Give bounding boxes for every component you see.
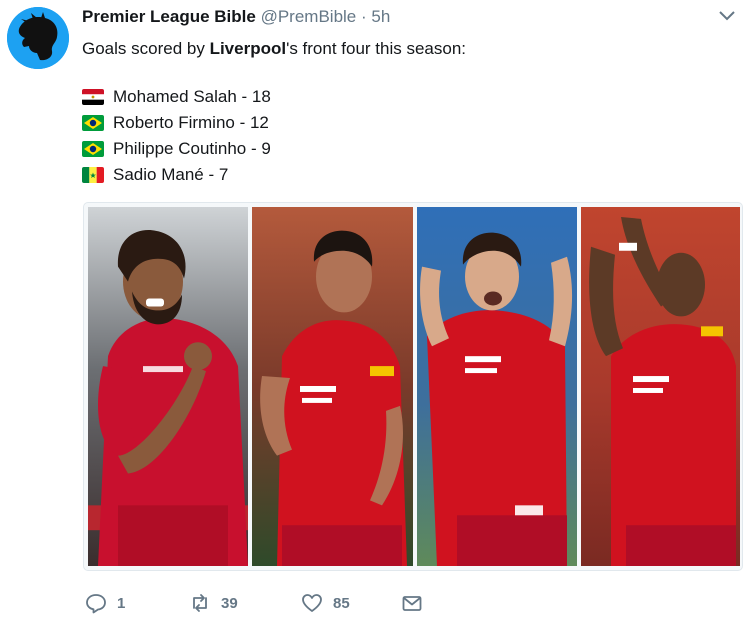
retweet-icon (193, 594, 207, 612)
tweet-text: Goals scored by Liverpool's front four t… (82, 36, 466, 61)
list-item: Philippe Coutinho - 9 (82, 136, 271, 162)
like-count: 85 (333, 594, 350, 612)
author-name[interactable]: Premier League Bible (82, 7, 256, 26)
author-handle[interactable]: @PremBible (261, 7, 357, 26)
lion-avatar-icon (7, 7, 69, 69)
reply-button[interactable]: 1 (85, 592, 189, 614)
tweet-text-club: Liverpool (209, 39, 287, 58)
tweet-media[interactable] (83, 202, 743, 571)
player-label: Roberto Firmino - 12 (113, 113, 269, 132)
brazil-flag-icon (82, 115, 104, 131)
player-list: Mohamed Salah - 18 Roberto Firmino - 12 … (82, 84, 271, 188)
player-photo-salah[interactable] (88, 207, 248, 566)
tweet-header: Premier League Bible @PremBible · 5h (82, 7, 740, 29)
tweet-time[interactable]: 5h (371, 7, 390, 26)
player-label: Sadio Mané - 7 (113, 165, 229, 184)
list-item: Sadio Mané - 7 (82, 162, 271, 188)
heart-icon (302, 594, 322, 612)
senegal-flag-icon (82, 167, 104, 183)
tweet-actions: 1 39 85 (85, 590, 423, 616)
like-button[interactable]: 85 (301, 592, 401, 614)
player-photo-coutinho[interactable] (417, 207, 577, 566)
player-photo-firmino[interactable] (252, 207, 413, 566)
list-item: Roberto Firmino - 12 (82, 110, 271, 136)
tweet-text-prefix: Goals scored by (82, 39, 210, 58)
player-label: Mohamed Salah - 18 (113, 87, 271, 106)
envelope-icon (402, 596, 422, 611)
player-label: Philippe Coutinho - 9 (113, 139, 271, 158)
reply-count: 1 (117, 594, 126, 612)
tweet-text-suffix: 's front four this season: (286, 39, 467, 58)
avatar[interactable] (7, 7, 69, 69)
reply-icon (86, 594, 106, 614)
direct-message-button[interactable] (401, 592, 423, 614)
egypt-flag-icon (82, 89, 104, 105)
retweet-count: 39 (221, 594, 238, 612)
retweet-button[interactable]: 39 (189, 592, 301, 614)
separator-dot: · (361, 7, 367, 26)
chevron-down-icon[interactable] (718, 10, 736, 22)
brazil-flag-icon (82, 141, 104, 157)
player-photo-mane[interactable] (581, 207, 740, 566)
list-item: Mohamed Salah - 18 (82, 84, 271, 110)
